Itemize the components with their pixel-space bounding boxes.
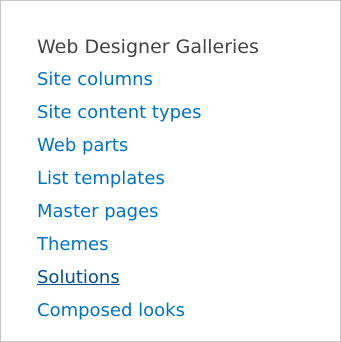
- solutions-link[interactable]: Solutions: [37, 267, 120, 288]
- site-content-types-link[interactable]: Site content types: [37, 102, 202, 123]
- web-designer-galleries-section: Web Designer Galleries Site columns Site…: [37, 31, 259, 327]
- section-heading: Web Designer Galleries: [37, 36, 259, 58]
- list-item: Site content types: [37, 96, 259, 129]
- list-templates-link[interactable]: List templates: [37, 168, 165, 189]
- site-columns-link[interactable]: Site columns: [37, 69, 153, 90]
- list-item: Web parts: [37, 129, 259, 162]
- list-item: Site columns: [37, 63, 259, 96]
- settings-panel: Web Designer Galleries Site columns Site…: [0, 0, 341, 342]
- list-item: Composed looks: [37, 294, 259, 327]
- composed-looks-link[interactable]: Composed looks: [37, 300, 185, 321]
- web-parts-link[interactable]: Web parts: [37, 135, 128, 156]
- gallery-link-list: Site columns Site content types Web part…: [37, 63, 259, 327]
- themes-link[interactable]: Themes: [37, 234, 108, 255]
- list-item: Themes: [37, 228, 259, 261]
- list-item: Master pages: [37, 195, 259, 228]
- list-item: List templates: [37, 162, 259, 195]
- list-item: Solutions: [37, 261, 259, 294]
- master-pages-link[interactable]: Master pages: [37, 201, 159, 222]
